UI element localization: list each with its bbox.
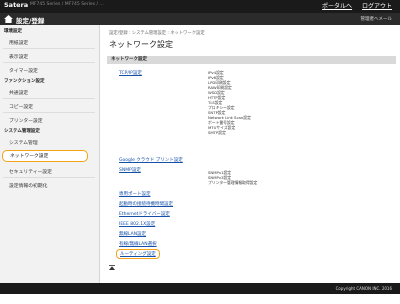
sidebar-item-system-admin[interactable]: システム管理 [9,139,38,146]
breadcrumb: 設定/登録 : システム管理設定 : ネットワーク設定 [109,31,205,36]
header-links: ポータルへ ログアウト [314,1,392,10]
section-header: ネットワーク設定 [107,56,396,64]
tcpip-sub-item: SMTP設定 [208,130,226,135]
page-heading: 設定/登録 [16,17,45,25]
startup-wait-link[interactable]: 起動時の接続待機時間設定 [119,201,173,207]
sidebar: 環境設定 用紙設定 表示設定 タイマー設定 ファンクション設定 共通設定 コピー… [0,25,100,283]
sidebar-item-copy[interactable]: コピー設定 [9,103,33,110]
divider [3,48,95,49]
footer: Copyright CANON INC. 2016 [0,283,400,294]
mail-admin-link[interactable]: 管理者へメール [361,16,393,22]
divider [3,98,95,99]
main-content: 設定/登録 : システム管理設定 : ネットワーク設定 ネットワーク設定 ネット… [100,25,400,283]
sidebar-item-common[interactable]: 共通設定 [9,89,28,96]
sidebar-item-timer[interactable]: タイマー設定 [9,67,38,74]
tcpip-settings-link[interactable]: TCP/IP設定 [119,70,142,76]
divider [3,112,95,113]
snmp-sub-item: プリンター管理情報取得設定 [208,180,258,185]
copyright-text: Copyright CANON INC. 2016 [335,286,392,291]
sidebar-item-security[interactable]: セキュリティー設定 [9,168,52,175]
wireless-lan-link[interactable]: 無線LAN設定 [119,231,146,237]
sidebar-section-function: ファンクション設定 [4,79,45,84]
sidebar-item-printer[interactable]: プリンター設定 [9,117,43,124]
brand-logo: Satera [4,1,29,9]
sidebar-item-display[interactable]: 表示設定 [9,53,28,60]
routing-settings-link[interactable]: ルーティング設定 [116,249,160,259]
sidebar-item-init[interactable]: 設定情報の初期化 [9,182,47,189]
home-icon [4,15,13,23]
device-model: MF745 Series / MF745 Series / ... [30,2,104,7]
divider [3,177,95,178]
page-title: ネットワーク設定 [109,40,173,49]
logout-link[interactable]: ログアウト [362,3,392,10]
back-to-top-icon[interactable] [109,265,115,270]
google-cloud-print-link[interactable]: Google クラウド プリント設定 [119,157,183,163]
dedicated-port-link[interactable]: 専用ポート設定 [119,191,151,197]
wired-wireless-select-link[interactable]: 有線/無線LAN選択 [119,241,157,247]
divider [3,62,95,63]
portal-link[interactable]: ポータルへ [322,3,352,10]
snmp-settings-link[interactable]: SNMP設定 [119,167,141,173]
title-bar: 設定/登録 管理者へメール [0,13,400,25]
sidebar-item-network[interactable]: ネットワーク設定 [2,150,88,162]
ethernet-driver-link[interactable]: Ethernetドライバー設定 [119,211,170,217]
sidebar-section-environment: 環境設定 [4,29,22,34]
sidebar-item-paper[interactable]: 用紙設定 [9,39,28,46]
ieee8021x-link[interactable]: IEEE 802.1X設定 [119,221,155,227]
sidebar-section-system: システム管理設定 [4,129,40,134]
top-bar: Satera MF745 Series / MF745 Series / ...… [0,0,400,13]
